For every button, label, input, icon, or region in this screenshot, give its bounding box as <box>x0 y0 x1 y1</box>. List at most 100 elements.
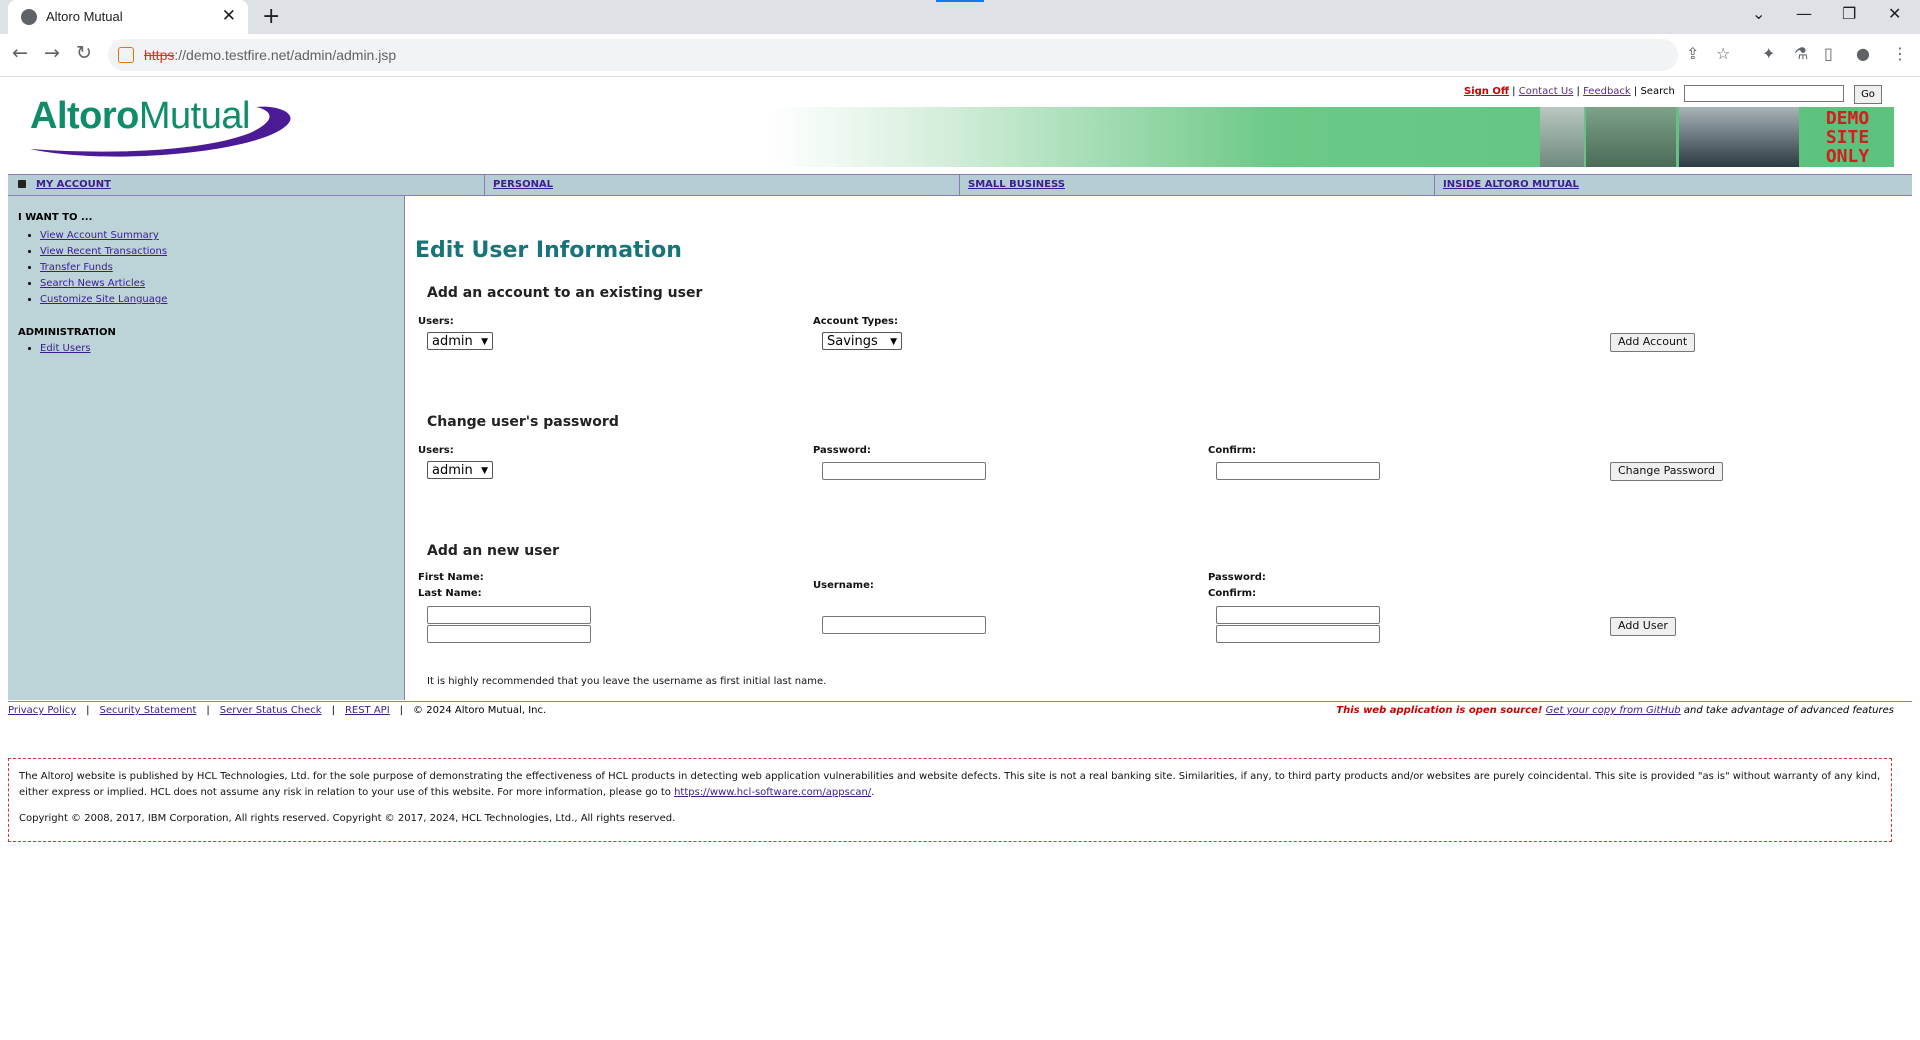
users-label: Users: <box>418 316 454 327</box>
banner-photo-woman <box>1540 107 1584 167</box>
extensions-icon[interactable]: ✦ <box>1762 44 1775 63</box>
confirm-label: Confirm: <box>1208 445 1257 456</box>
sidebar-item-transfer-funds[interactable]: Transfer Funds <box>40 260 167 276</box>
password-field[interactable] <box>822 462 986 480</box>
go-button[interactable]: Go <box>1854 85 1882 104</box>
username-field[interactable] <box>822 616 986 634</box>
sidebar-item-search-news[interactable]: Search News Articles <box>40 276 167 292</box>
bookmark-star-icon[interactable]: ☆ <box>1716 44 1730 63</box>
back-arrow-icon[interactable]: ← <box>12 42 28 64</box>
address-bar[interactable]: https://demo.testfire.net/admin/admin.js… <box>108 39 1678 71</box>
menu-dots-icon[interactable]: ⋮ <box>1892 44 1908 63</box>
globe-icon <box>21 9 37 25</box>
search-label: Search <box>1640 86 1675 97</box>
forward-arrow-icon[interactable]: → <box>44 42 60 64</box>
hcl-appscan-link[interactable]: https://www.hcl-software.com/appscan/ <box>674 787 871 798</box>
account-types-select[interactable]: Savings ▼ <box>822 332 902 350</box>
new-tab-button[interactable]: + <box>262 4 280 29</box>
reload-icon[interactable]: ↻ <box>76 42 92 64</box>
confirm-password-field[interactable] <box>1216 462 1380 480</box>
change-password-users-select[interactable]: admin ▼ <box>427 461 493 479</box>
tab-search-icon[interactable]: ⌄ <box>1752 4 1765 23</box>
top-links: Sign Off | Contact Us | Feedback | Searc… <box>1464 86 1675 97</box>
open-source-notice: This web application is open source! Get… <box>1336 705 1894 716</box>
admin-links: Edit Users <box>40 341 91 357</box>
new-password-field[interactable] <box>1216 606 1380 624</box>
labs-icon[interactable]: ⚗ <box>1794 44 1808 63</box>
contact-us-link[interactable]: Contact Us <box>1519 86 1574 97</box>
add-account-heading: Add an account to an existing user <box>427 285 703 301</box>
last-name-label: Last Name: <box>418 588 482 599</box>
share-icon[interactable]: ⇪ <box>1686 44 1699 63</box>
account-types-label: Account Types: <box>813 316 899 327</box>
minimize-button[interactable]: — <box>1796 4 1812 23</box>
footer-divider <box>8 701 1912 702</box>
add-user-button[interactable]: Add User <box>1610 617 1676 636</box>
logo-text-mutual: Mutual <box>138 95 251 137</box>
sidebar-links: View Account Summary View Recent Transac… <box>40 228 167 308</box>
change-password-heading: Change user's password <box>427 414 619 430</box>
page: AltoroMutual Sign Off | Contact Us | Fee… <box>0 77 1920 1040</box>
add-account-button[interactable]: Add Account <box>1610 333 1696 352</box>
github-link[interactable]: Get your copy from GitHub <box>1546 705 1681 716</box>
browser-tab[interactable]: Altoro Mutual ✕ <box>8 0 248 34</box>
tab-strip-indicator <box>936 0 984 2</box>
browser-tab-strip: Altoro Mutual ✕ + ⌄ — ❐ ✕ <box>0 0 1920 34</box>
first-name-label: First Name: <box>418 572 484 583</box>
new-password-label: Password: <box>1208 572 1266 583</box>
security-statement-link[interactable]: Security Statement <box>100 705 197 716</box>
chevron-down-icon: ▼ <box>890 337 897 347</box>
browser-toolbar: ← → ↻ https://demo.testfire.net/admin/ad… <box>0 34 1920 77</box>
i-want-to-heading: I WANT TO ... <box>18 212 93 223</box>
sidebar: I WANT TO ... View Account Summary View … <box>8 196 405 700</box>
add-account-users-select[interactable]: admin ▼ <box>427 332 493 350</box>
banner-photo-meeting <box>1679 107 1799 167</box>
sidebar-item-account-summary[interactable]: View Account Summary <box>40 228 167 244</box>
privacy-policy-link[interactable]: Privacy Policy <box>8 705 76 716</box>
tab-close-icon[interactable]: ✕ <box>222 6 236 26</box>
sign-off-link[interactable]: Sign Off <box>1464 86 1509 97</box>
not-secure-icon[interactable] <box>118 47 134 63</box>
main-content: Edit User Information Add an account to … <box>405 196 1912 700</box>
disclaimer-box: The AltoroJ website is published by HCL … <box>8 758 1892 842</box>
lock-icon <box>18 180 26 188</box>
nav-my-account[interactable]: MY ACCOUNT <box>8 175 483 195</box>
nav-inside-altoro[interactable]: INSIDE ALTORO MUTUAL <box>1434 175 1913 195</box>
copyright-text: © 2024 Altoro Mutual, Inc. <box>413 705 547 716</box>
change-password-button[interactable]: Change Password <box>1610 462 1723 481</box>
search-input[interactable] <box>1684 85 1844 102</box>
url-text[interactable]: https://demo.testfire.net/admin/admin.js… <box>144 47 396 63</box>
chevron-down-icon: ▼ <box>481 466 488 476</box>
username-label: Username: <box>813 580 874 591</box>
restore-button[interactable]: ❐ <box>1842 4 1856 23</box>
sidebar-item-recent-transactions[interactable]: View Recent Transactions <box>40 244 167 260</box>
footer-links: Privacy Policy | Security Statement | Server… <box>8 705 547 716</box>
sidebar-item-edit-users[interactable]: Edit Users <box>40 341 91 357</box>
page-title: Edit User Information <box>415 238 682 263</box>
side-panel-icon[interactable]: ▯ <box>1824 44 1833 63</box>
disclaimer-text: The AltoroJ website is published by HCL … <box>19 771 1881 798</box>
profile-icon[interactable]: ● <box>1856 44 1870 63</box>
tab-title: Altoro Mutual <box>46 9 123 24</box>
last-name-field[interactable] <box>427 625 591 643</box>
first-name-field[interactable] <box>427 606 591 624</box>
altoro-logo[interactable]: AltoroMutual <box>30 95 291 157</box>
sidebar-item-site-language[interactable]: Customize Site Language <box>40 292 167 308</box>
copyright-full: Copyright © 2008, 2017, IBM Corporation,… <box>19 813 676 824</box>
feedback-link[interactable]: Feedback <box>1583 86 1631 97</box>
main-nav: MY ACCOUNT PERSONAL SMALL BUSINESS INSID… <box>8 174 1912 196</box>
nav-personal[interactable]: PERSONAL <box>484 175 967 195</box>
add-user-heading: Add an new user <box>427 543 560 559</box>
server-status-link[interactable]: Server Status Check <box>220 705 322 716</box>
rest-api-link[interactable]: REST API <box>345 705 390 716</box>
chevron-down-icon: ▼ <box>481 337 488 347</box>
banner-photo-hands <box>1586 107 1676 167</box>
logo-text-altoro: Altoro <box>30 95 139 137</box>
administration-heading: ADMINISTRATION <box>18 327 116 338</box>
open-source-text: This web application is open source! <box>1336 705 1543 716</box>
close-window-button[interactable]: ✕ <box>1888 4 1901 23</box>
nav-small-business[interactable]: SMALL BUSINESS <box>959 175 1442 195</box>
password-label: Password: <box>813 445 871 456</box>
username-hint: It is highly recommended that you leave … <box>427 676 827 687</box>
new-confirm-field[interactable] <box>1216 625 1380 643</box>
